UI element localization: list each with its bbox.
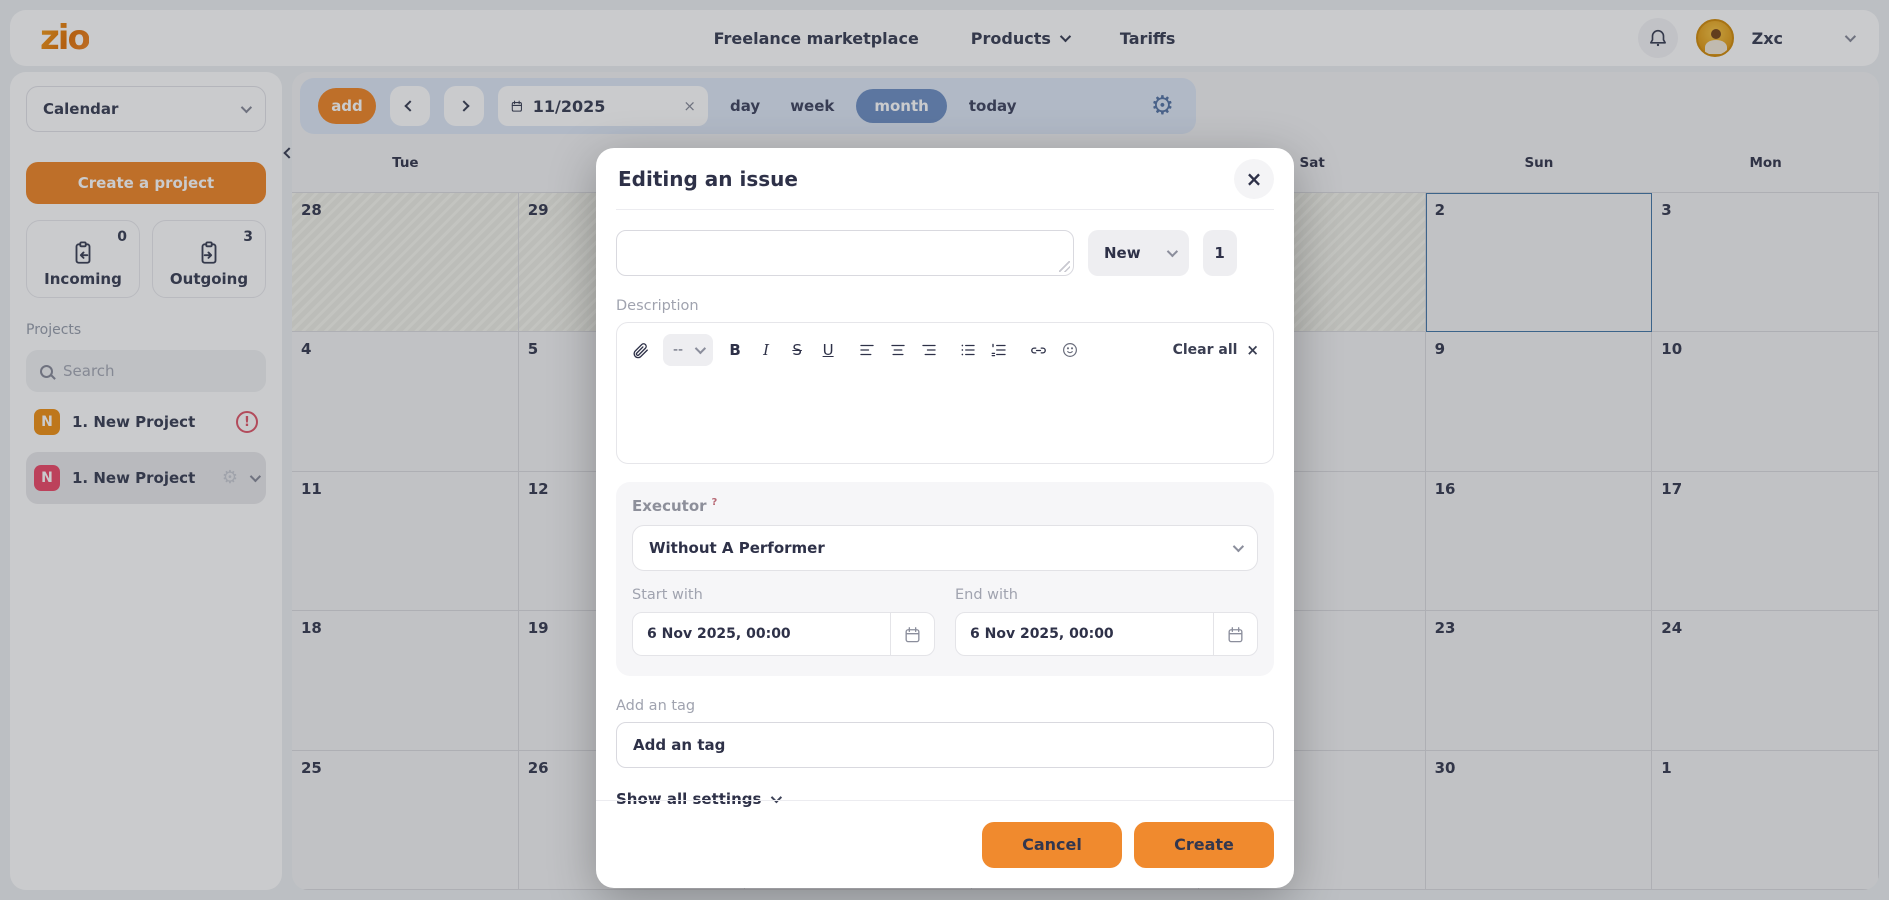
bullet-list-button[interactable] <box>959 341 977 359</box>
description-label: Description <box>616 298 1274 314</box>
start-date-col: Start with 6 Nov 2025, 00:00 <box>632 587 935 656</box>
align-left-button[interactable] <box>858 341 876 359</box>
end-date-field[interactable]: 6 Nov 2025, 00:00 <box>955 612 1258 656</box>
close-button[interactable]: × <box>1234 159 1274 199</box>
ordered-list-button[interactable] <box>990 341 1008 359</box>
align-right-icon <box>920 341 938 359</box>
align-center-button[interactable] <box>889 341 907 359</box>
align-center-icon <box>889 341 907 359</box>
executor-label-row: Executor? <box>632 497 1258 515</box>
strikethrough-button[interactable]: S <box>788 341 806 359</box>
emoji-icon <box>1061 341 1079 359</box>
insert-link-button[interactable] <box>1029 341 1048 360</box>
calendar-picker-button[interactable] <box>1213 613 1257 655</box>
chevron-down-icon <box>1233 541 1244 552</box>
start-label: Start with <box>632 587 935 603</box>
issue-counter-badge: 1 <box>1203 230 1237 276</box>
modal-title: Editing an issue <box>618 167 798 191</box>
link-icon <box>1029 341 1048 360</box>
edit-issue-modal: Editing an issue × New 1 Description -- … <box>596 148 1294 888</box>
bullet-list-icon <box>959 341 977 359</box>
ordered-list-icon <box>990 341 1008 359</box>
paperclip-icon <box>631 341 650 360</box>
italic-button[interactable]: I <box>757 341 775 359</box>
attach-file-button[interactable] <box>631 341 650 360</box>
cancel-button[interactable]: Cancel <box>982 822 1122 868</box>
issue-top-row: New 1 <box>616 230 1274 276</box>
align-left-icon <box>858 341 876 359</box>
end-date-col: End with 6 Nov 2025, 00:00 <box>955 587 1258 656</box>
font-size-value: -- <box>673 342 683 358</box>
executor-select[interactable]: Without A Performer <box>632 525 1258 571</box>
tag-label: Add an tag <box>616 698 1274 714</box>
end-label: End with <box>955 587 1258 603</box>
calendar-icon <box>1226 625 1245 644</box>
start-date-value: 6 Nov 2025, 00:00 <box>633 626 890 642</box>
close-icon: × <box>1246 167 1263 191</box>
calendar-icon <box>903 625 922 644</box>
clear-all-label: Clear all <box>1173 342 1238 358</box>
bold-button[interactable]: B <box>726 341 744 359</box>
modal-footer: Cancel Create <box>596 800 1294 888</box>
status-value: New <box>1104 244 1141 262</box>
modal-header: Editing an issue × <box>616 148 1274 210</box>
executor-hint-icon: ? <box>712 497 718 508</box>
emoji-button[interactable] <box>1061 341 1079 359</box>
create-button[interactable]: Create <box>1134 822 1274 868</box>
editor-toolbar: -- B I S U <box>631 333 1259 367</box>
issue-name-input[interactable] <box>616 230 1074 276</box>
align-right-button[interactable] <box>920 341 938 359</box>
executor-value: Without A Performer <box>649 539 825 557</box>
chevron-down-icon <box>1166 246 1177 257</box>
executor-panel: Executor? Without A Performer Start with… <box>616 482 1274 676</box>
start-date-field[interactable]: 6 Nov 2025, 00:00 <box>632 612 935 656</box>
description-editor[interactable]: -- B I S U <box>616 322 1274 464</box>
calendar-picker-button[interactable] <box>890 613 934 655</box>
underline-button[interactable]: U <box>819 341 837 359</box>
status-select[interactable]: New <box>1088 230 1189 276</box>
clear-all-button[interactable]: Clear all × <box>1173 341 1259 359</box>
chevron-down-icon <box>695 343 706 354</box>
tag-input[interactable] <box>616 722 1274 768</box>
end-date-value: 6 Nov 2025, 00:00 <box>956 626 1213 642</box>
date-range-row: Start with 6 Nov 2025, 00:00 End with 6 … <box>632 587 1258 656</box>
clear-all-x-icon: × <box>1246 341 1259 359</box>
font-size-select[interactable]: -- <box>663 334 713 366</box>
executor-label: Executor <box>632 497 707 515</box>
